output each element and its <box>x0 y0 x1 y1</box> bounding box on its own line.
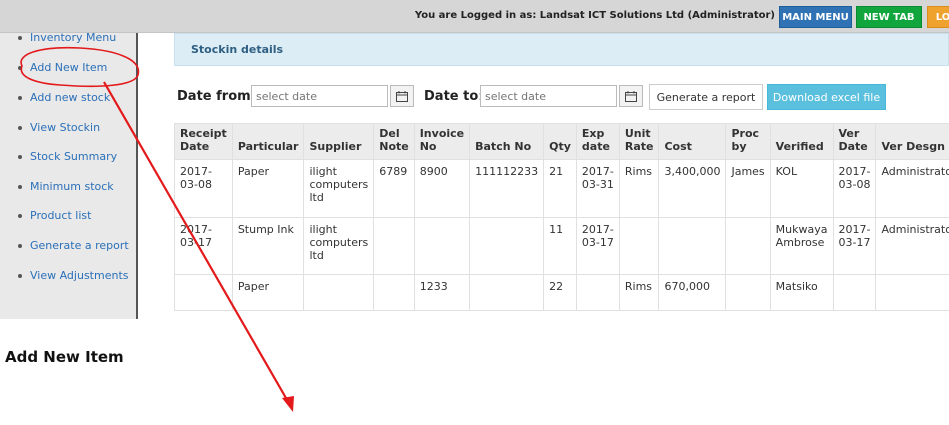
sidebar-item-minimum-stock[interactable]: Minimum stock <box>18 180 114 193</box>
bullet-icon <box>18 126 22 130</box>
table-cell: 1233 <box>413 274 471 311</box>
table-cell: Stump Ink <box>231 217 305 275</box>
generate-report-button[interactable]: Generate a report <box>649 84 763 110</box>
column-header[interactable]: Particular <box>231 123 305 160</box>
table-header-row: Receipt Date Particular Supplier Del Not… <box>174 123 949 160</box>
login-status-text: You are Logged in as: Landsat ICT Soluti… <box>414 10 775 21</box>
table-cell: James <box>725 159 771 218</box>
sidebar-item-view-stockin[interactable]: View Stockin <box>18 121 100 134</box>
bullet-icon <box>18 274 22 278</box>
panel-heading: Stockin details <box>174 33 949 66</box>
stockin-table: Receipt Date Particular Supplier Del Not… <box>174 123 949 311</box>
table-cell <box>413 217 471 275</box>
sidebar-item-add-new-stock[interactable]: Add new stock <box>18 91 110 104</box>
column-header[interactable]: Cost <box>658 123 727 160</box>
table-cell: 2017-03-31 <box>575 159 620 218</box>
column-header[interactable]: Qty <box>543 123 577 160</box>
section-title: Add New Item <box>5 348 124 366</box>
table-cell <box>875 274 949 311</box>
new-tab-button[interactable]: NEW TAB <box>856 6 922 28</box>
column-header[interactable]: Verified <box>769 123 834 160</box>
sidebar-item-product-list[interactable]: Product list <box>18 209 91 222</box>
table-cell: Rims <box>618 274 660 311</box>
table-cell: 2017-03-17 <box>174 217 233 275</box>
table-cell: 670,000 <box>658 274 727 311</box>
column-header[interactable]: Exp date <box>575 123 620 160</box>
date-to-input[interactable] <box>480 85 617 107</box>
table-cell <box>373 274 415 311</box>
table-cell: 111112233 <box>469 159 545 218</box>
table-cell: Administrator <box>875 217 949 275</box>
table-cell: KOL <box>769 159 834 218</box>
table-cell: 2017-03-08 <box>832 159 877 218</box>
column-header[interactable]: Receipt Date <box>174 123 233 160</box>
calendar-icon[interactable] <box>390 85 414 107</box>
table-cell: ilight computers ltd <box>303 217 375 275</box>
column-header[interactable]: Del Note <box>373 123 415 160</box>
table-row: 2017-03-17 Stump Ink ilight computers lt… <box>174 217 949 275</box>
top-bar: You are Logged in as: Landsat ICT Soluti… <box>0 0 949 33</box>
sidebar-item-stock-summary[interactable]: Stock Summary <box>18 150 117 163</box>
table-cell <box>725 217 771 275</box>
table-cell: Paper <box>231 159 305 218</box>
date-from-input[interactable] <box>251 85 388 107</box>
calendar-icon[interactable] <box>619 85 643 107</box>
sidebar-item-generate-report[interactable]: Generate a report <box>18 239 129 252</box>
column-header[interactable]: Invoice No <box>413 123 471 160</box>
stockin-table-container: Receipt Date Particular Supplier Del Not… <box>174 123 949 318</box>
table-cell <box>658 217 727 275</box>
bullet-icon <box>18 244 22 248</box>
table-cell <box>832 274 877 311</box>
table-cell: Mukwaya Ambrose <box>769 217 834 275</box>
bullet-icon <box>18 36 22 40</box>
bullet-icon <box>18 96 22 100</box>
bullet-icon <box>18 185 22 189</box>
column-header[interactable]: Unit Rate <box>618 123 660 160</box>
sidebar-item-inventory-menu[interactable]: Inventory Menu <box>18 31 116 44</box>
sidebar-item-view-adjustments[interactable]: View Adjustments <box>18 269 128 282</box>
table-cell: 2017-03-08 <box>174 159 233 218</box>
annotation-arrowhead <box>282 396 294 412</box>
table-cell <box>618 217 660 275</box>
table-cell: 2017-03-17 <box>832 217 877 275</box>
column-header[interactable]: Proc by <box>725 123 771 160</box>
sidebar-item-add-new-item[interactable]: Add New Item <box>18 61 107 74</box>
panel-title: Stockin details <box>191 43 284 56</box>
date-to-label: Date to: <box>424 89 483 104</box>
download-excel-button[interactable]: Download excel file <box>767 84 886 110</box>
table-cell <box>303 274 375 311</box>
table-cell: 3,400,000 <box>658 159 727 218</box>
table-cell: 11 <box>543 217 577 275</box>
table-cell <box>725 274 771 311</box>
table-cell <box>469 217 545 275</box>
table-cell <box>575 274 620 311</box>
table-cell <box>373 217 415 275</box>
column-header[interactable]: Ver Date <box>832 123 877 160</box>
logout-button[interactable]: LO <box>927 6 949 28</box>
table-cell: Rims <box>618 159 660 218</box>
table-row: Paper 1233 22 Rims 670,000 Matsiko <box>174 274 949 311</box>
column-header[interactable]: Supplier <box>303 123 375 160</box>
table-cell: Paper <box>231 274 305 311</box>
bullet-icon <box>18 155 22 159</box>
table-cell: Administrator <box>875 159 949 218</box>
table-cell: 2017-03-17 <box>575 217 620 275</box>
column-header[interactable]: Batch No <box>469 123 545 160</box>
main-menu-button[interactable]: MAIN MENU <box>779 6 852 28</box>
sidebar: Inventory Menu Add New Item Add new stoc… <box>0 31 138 319</box>
bullet-icon <box>18 66 22 70</box>
column-header[interactable]: Ver Desgn <box>875 123 949 160</box>
bullet-icon <box>18 214 22 218</box>
table-cell <box>469 274 545 311</box>
table-cell: 6789 <box>373 159 415 218</box>
table-cell: 22 <box>543 274 577 311</box>
table-cell: 21 <box>543 159 577 218</box>
table-cell: Matsiko <box>769 274 834 311</box>
table-row: 2017-03-08 Paper ilight computers ltd 67… <box>174 159 949 218</box>
table-cell: ilight computers ltd <box>303 159 375 218</box>
date-from-label: Date from: <box>177 89 255 104</box>
table-cell <box>174 274 233 311</box>
table-cell: 8900 <box>413 159 471 218</box>
